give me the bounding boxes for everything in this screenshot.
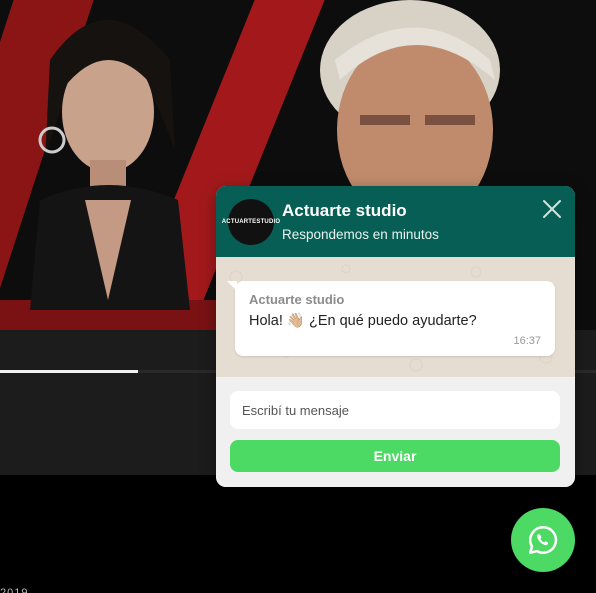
message-input[interactable] [230,391,560,429]
message-time: 16:37 [513,335,541,347]
avatar: ACTUARTESTUDIO [222,199,280,245]
message-text: Hola! 👋🏼 ¿En qué puedo ayudarte? [249,313,477,329]
chat-body: Actuarte studio Hola! 👋🏼 ¿En qué puedo a… [216,257,575,377]
close-icon[interactable] [541,198,563,220]
carousel-progress-fill [0,370,138,373]
whatsapp-chat-widget: ACTUARTESTUDIO Actuarte studio Respondem… [216,186,575,487]
chat-header: ACTUARTESTUDIO Actuarte studio Respondem… [216,186,575,257]
chat-footer: Enviar [216,377,575,487]
chat-title: Actuarte studio [282,201,407,220]
whatsapp-float-button[interactable] [511,508,575,572]
message-sender: Actuarte studio [249,292,345,307]
bubble-tail [227,281,237,291]
partial-text: 2019 [0,587,29,593]
actress-photo [30,20,190,310]
send-button[interactable]: Enviar [230,440,560,472]
incoming-message: Actuarte studio Hola! 👋🏼 ¿En qué puedo a… [227,281,555,356]
whatsapp-icon [528,525,558,555]
chat-subtitle: Respondemos en minutos [282,227,439,242]
